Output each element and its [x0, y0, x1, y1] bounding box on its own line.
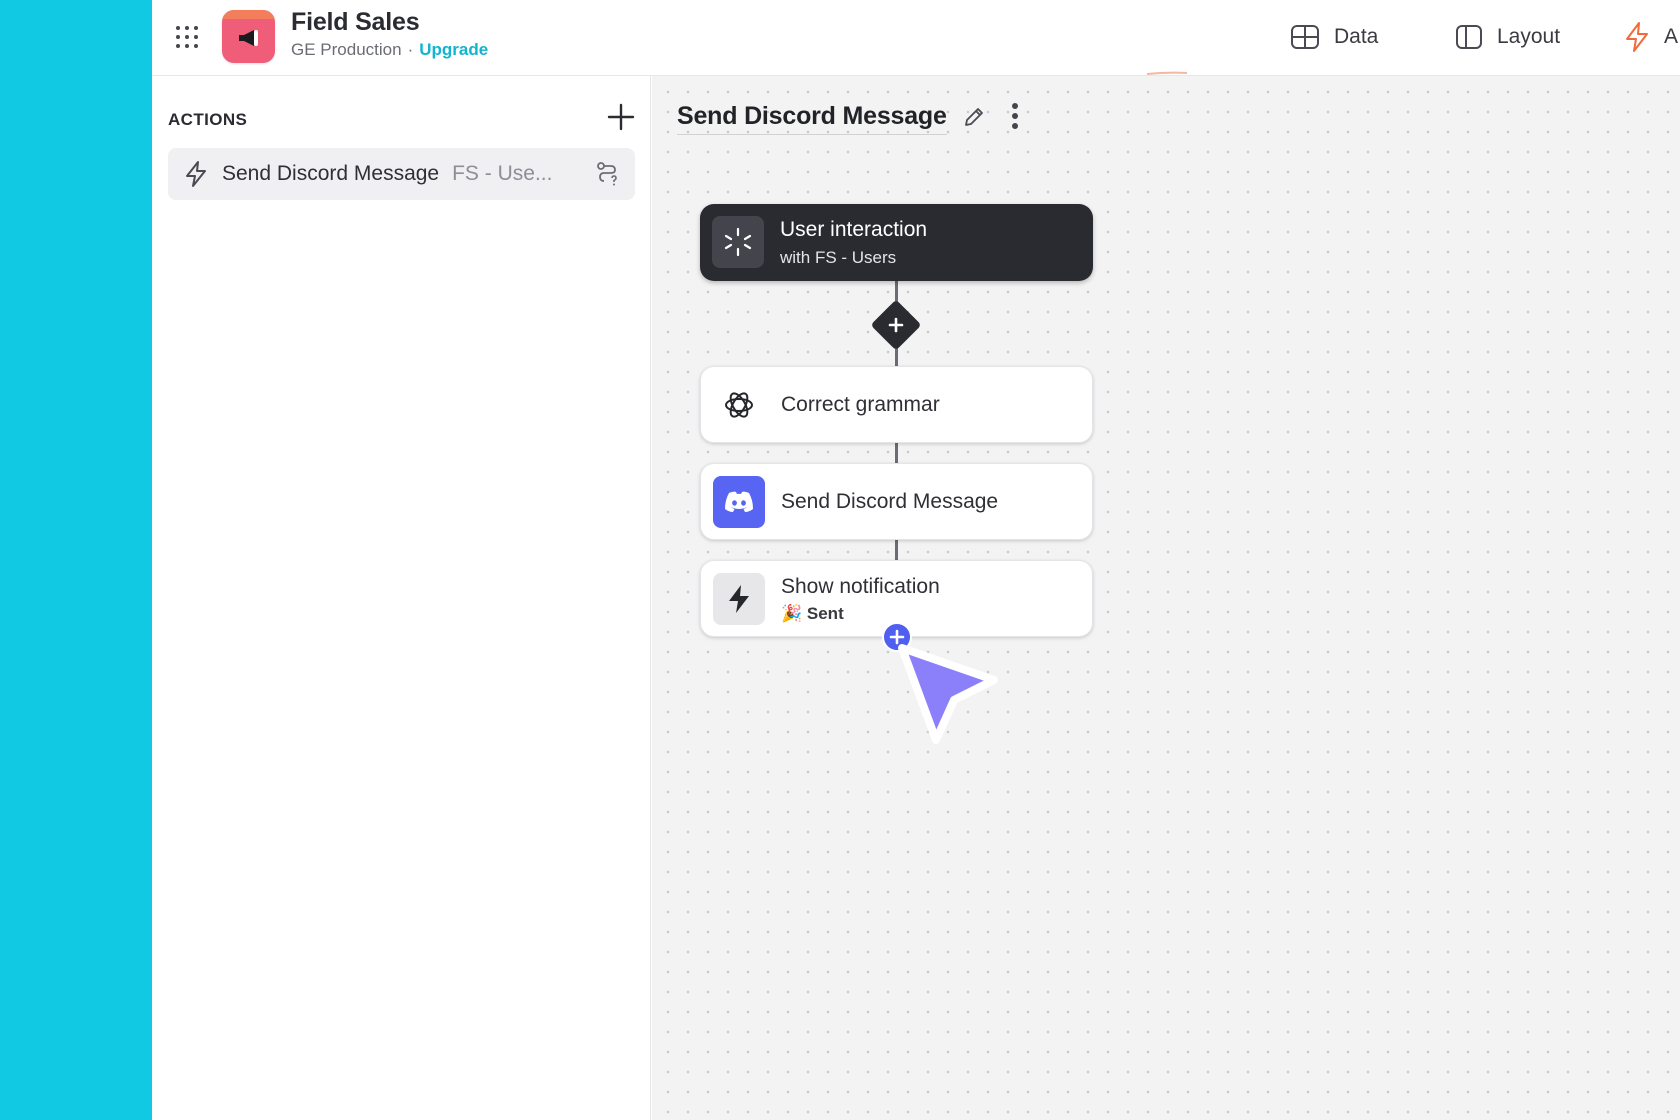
- notify-sub: 🎉 Sent: [781, 604, 844, 623]
- upgrade-link[interactable]: Upgrade: [419, 40, 488, 59]
- more-options-icon[interactable]: [1011, 103, 1019, 131]
- discord-label: Send Discord Message: [781, 490, 999, 513]
- trigger-node[interactable]: User interaction with FS - Users: [700, 204, 1093, 281]
- pencil-edit-icon[interactable]: [963, 106, 985, 128]
- add-action-plus-icon[interactable]: [606, 102, 636, 132]
- trigger-icon-box: [712, 216, 764, 268]
- trigger-sub: with FS - Users: [780, 248, 897, 267]
- flow-title[interactable]: Send Discord Message: [677, 102, 947, 135]
- bolt-icon: [186, 161, 206, 187]
- app-window: Field Sales GE Production · Upgrade Data L…: [152, 0, 1680, 1120]
- nav-layout-button[interactable]: Layout: [1455, 20, 1560, 54]
- grammar-icon-box: [713, 379, 765, 431]
- app-subtitle: GE Production · Upgrade: [291, 40, 488, 60]
- loading-sparkle-icon: [724, 227, 752, 257]
- table-icon: [1291, 25, 1319, 49]
- actions-sidebar: ACTIONS Send Discord Message FS - Use...: [152, 76, 651, 1120]
- bolt-icon: [1626, 22, 1648, 52]
- connector-line: [895, 540, 898, 562]
- nav-actions-label: A: [1664, 25, 1679, 48]
- megaphone-icon: [239, 30, 258, 46]
- nav-data-label: Data: [1334, 25, 1379, 48]
- pointer-cursor-icon: [898, 644, 998, 744]
- bolt-icon: [729, 585, 749, 613]
- background-strip: [0, 0, 152, 1120]
- environment-label: GE Production: [291, 40, 402, 59]
- step-node-discord[interactable]: Send Discord Message: [700, 463, 1093, 540]
- layout-icon: [1456, 25, 1482, 49]
- action-list-item[interactable]: Send Discord Message FS - Use...: [168, 148, 635, 200]
- trigger-label: User interaction: [780, 218, 928, 241]
- nav-layout-label: Layout: [1497, 25, 1561, 48]
- top-bar: Field Sales GE Production · Upgrade Data L…: [152, 0, 1680, 76]
- separator: ·: [407, 40, 414, 59]
- tab-indicator: [1147, 71, 1187, 75]
- workflow-help-icon[interactable]: [595, 161, 621, 187]
- connector-line: [895, 443, 898, 465]
- discord-icon: [725, 491, 753, 512]
- action-name: Send Discord Message: [222, 162, 440, 185]
- app-menu-grid-icon[interactable]: [176, 26, 198, 48]
- openai-icon: [725, 392, 753, 418]
- grammar-label: Correct grammar: [781, 393, 940, 416]
- notify-label: Show notification: [781, 575, 940, 598]
- step-node-grammar[interactable]: Correct grammar: [700, 366, 1093, 443]
- discord-icon-box: [713, 476, 765, 528]
- app-title: Field Sales: [291, 8, 420, 36]
- sidebar-title: ACTIONS: [168, 110, 248, 129]
- nav-actions-button[interactable]: A: [1624, 20, 1678, 54]
- workflow-canvas[interactable]: Send Discord Message User interaction wi…: [652, 76, 1680, 1120]
- notify-icon-box: [713, 573, 765, 625]
- plus-icon[interactable]: [885, 314, 907, 336]
- action-table: FS - Use...: [452, 162, 553, 185]
- app-logo[interactable]: [222, 10, 275, 63]
- nav-data-button[interactable]: Data: [1290, 20, 1378, 54]
